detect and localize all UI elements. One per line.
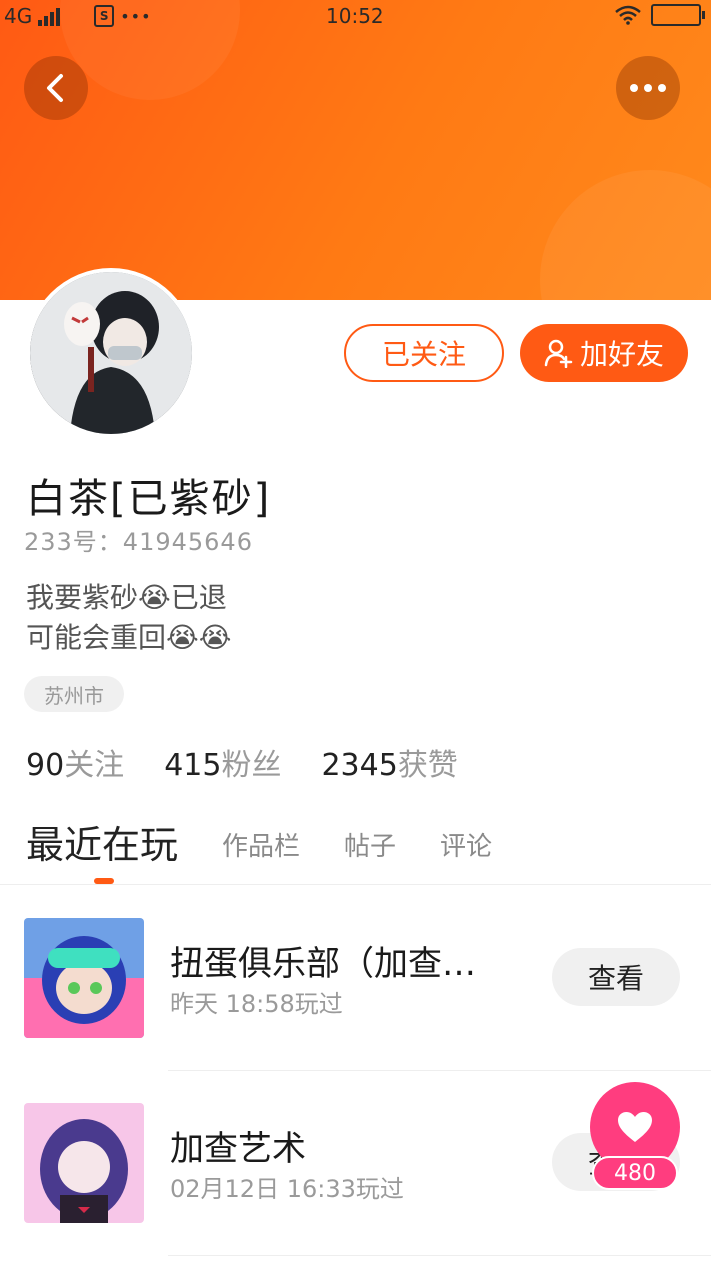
battery-icon	[651, 4, 705, 26]
avatar-image	[30, 272, 192, 434]
profile-uid: 233号：41945646	[24, 528, 253, 556]
heart-icon	[618, 1112, 652, 1142]
likes-label: 获赞	[397, 748, 458, 783]
more-button[interactable]	[616, 56, 680, 120]
back-button[interactable]	[24, 56, 88, 120]
following-button-label: 已关注	[381, 338, 466, 371]
stat-following[interactable]: 90关注	[26, 740, 124, 784]
profile-banner	[0, 0, 711, 300]
following-count: 90	[26, 748, 65, 783]
avatar[interactable]	[26, 268, 196, 438]
add-friend-label: 加好友	[579, 338, 664, 371]
bio-line: 我要紫砂😭已退	[26, 581, 227, 614]
add-friend-button[interactable]: 加好友	[520, 324, 688, 382]
game-played-time: 昨天 18:58玩过	[170, 990, 343, 1018]
game-title: 扭蛋俱乐部（加查…	[170, 944, 476, 984]
location-badge: 苏州市	[24, 676, 124, 712]
game-thumbnail	[24, 1103, 144, 1223]
chevron-left-icon	[47, 74, 63, 102]
profile-stats: 90关注 415粉丝 2345获赞	[26, 740, 458, 784]
banner-decoration	[540, 170, 711, 300]
profile-name: 白茶[已紫砂]	[26, 476, 272, 522]
favorite-count: 480	[592, 1156, 678, 1190]
location-label: 苏州市	[44, 683, 104, 708]
tab-works[interactable]: 作品栏	[222, 826, 300, 869]
tab-recent[interactable]: 最近在玩	[26, 814, 178, 869]
notification-more: •••	[120, 6, 152, 26]
list-item[interactable]: 扭蛋俱乐部（加查… 昨天 18:58玩过 查看	[0, 884, 711, 1071]
clock: 10:52	[326, 4, 384, 28]
more-dots-icon	[630, 84, 666, 92]
wifi-icon	[615, 5, 641, 25]
add-user-icon	[544, 339, 573, 368]
network-type: 4G	[4, 4, 33, 28]
signal-icon	[38, 6, 61, 26]
following-label: 关注	[64, 748, 125, 783]
game-played-time: 02月12日 16:33玩过	[170, 1175, 404, 1203]
view-button[interactable]: 查看	[552, 948, 680, 1006]
following-button[interactable]: 已关注	[344, 324, 504, 382]
tab-comments[interactable]: 评论	[440, 826, 492, 869]
sim-icon: S	[94, 5, 115, 27]
profile-tabs: 最近在玩 作品栏 帖子 评论	[26, 814, 492, 869]
game-title: 加查艺术	[170, 1129, 306, 1169]
followers-count: 415	[164, 748, 222, 783]
followers-label: 粉丝	[221, 748, 282, 783]
game-thumbnail	[24, 918, 144, 1038]
status-bar: 4G S ••• 10:52	[0, 0, 711, 32]
stat-followers[interactable]: 415粉丝	[164, 740, 281, 784]
tab-posts[interactable]: 帖子	[344, 826, 396, 869]
likes-count: 2345	[321, 748, 398, 783]
divider	[168, 1255, 711, 1256]
stat-likes: 2345获赞	[321, 740, 457, 784]
bio-line: 可能会重回😭😭	[26, 621, 232, 654]
profile-bio: 我要紫砂😭已退 可能会重回😭😭	[26, 578, 231, 658]
